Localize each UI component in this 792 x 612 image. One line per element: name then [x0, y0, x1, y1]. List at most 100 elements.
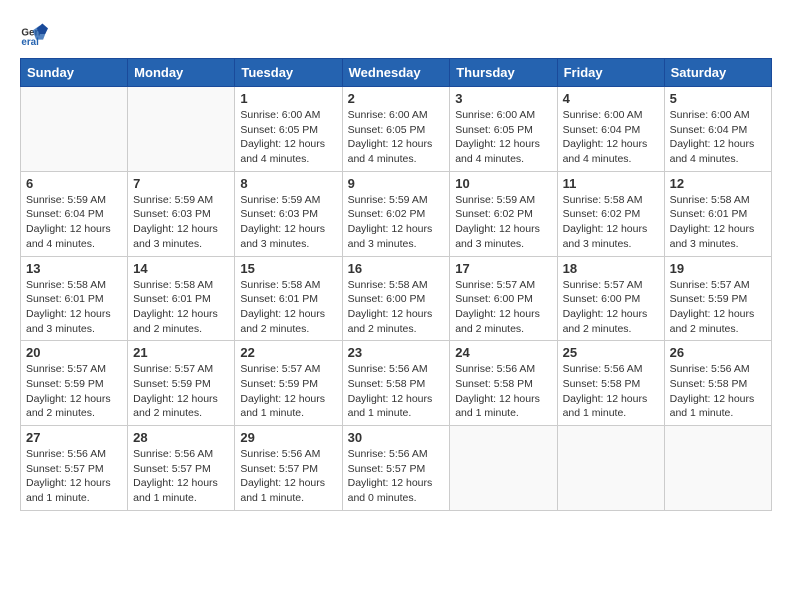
calendar-cell [128, 87, 235, 172]
day-number: 17 [455, 261, 551, 276]
day-detail: Sunrise: 5:57 AM Sunset: 5:59 PM Dayligh… [133, 362, 229, 421]
day-detail: Sunrise: 5:57 AM Sunset: 6:00 PM Dayligh… [563, 278, 659, 337]
day-detail: Sunrise: 6:00 AM Sunset: 6:04 PM Dayligh… [670, 108, 766, 167]
calendar-cell: 2Sunrise: 6:00 AM Sunset: 6:05 PM Daylig… [342, 87, 450, 172]
calendar: SundayMondayTuesdayWednesdayThursdayFrid… [20, 58, 772, 511]
calendar-cell: 8 Sunrise: 5:59 AM Sunset: 6:03 PM Daylig… [235, 171, 342, 256]
day-number: 19 [670, 261, 766, 276]
day-detail: Sunrise: 5:58 AM Sunset: 6:01 PM Dayligh… [670, 193, 766, 252]
week-row-3: 13 Sunrise: 5:58 AM Sunset: 6:01 PM Dayli… [21, 256, 772, 341]
day-number: 15 [240, 261, 336, 276]
day-number: 26 [670, 345, 766, 360]
calendar-cell: 24Sunrise: 5:56 AM Sunset: 5:58 PM Dayli… [450, 341, 557, 426]
day-detail: Sunrise: 5:57 AM Sunset: 6:00 PM Dayligh… [455, 278, 551, 337]
day-detail: Sunrise: 5:57 AM Sunset: 5:59 PM Dayligh… [26, 362, 122, 421]
calendar-cell: 20 Sunrise: 5:57 AM Sunset: 5:59 PM Dayli… [21, 341, 128, 426]
calendar-cell [450, 426, 557, 511]
day-number: 14 [133, 261, 229, 276]
calendar-cell: 6 Sunrise: 5:59 AM Sunset: 6:04 PM Daylig… [21, 171, 128, 256]
calendar-cell: 28 Sunrise: 5:56 AM Sunset: 5:57 PM Dayli… [128, 426, 235, 511]
calendar-cell: 30 Sunrise: 5:56 AM Sunset: 5:57 PM Dayli… [342, 426, 450, 511]
calendar-cell: 26 Sunrise: 5:56 AM Sunset: 5:58 PM Dayli… [664, 341, 771, 426]
calendar-cell: 14 Sunrise: 5:58 AM Sunset: 6:01 PM Dayli… [128, 256, 235, 341]
calendar-cell: 29 Sunrise: 5:56 AM Sunset: 5:57 PM Dayli… [235, 426, 342, 511]
calendar-cell: 5 Sunrise: 6:00 AM Sunset: 6:04 PM Daylig… [664, 87, 771, 172]
day-detail: Sunrise: 5:56 AM Sunset: 5:58 PM Dayligh… [670, 362, 766, 421]
day-detail: Sunrise: 6:00 AM Sunset: 6:05 PM Dayligh… [455, 108, 551, 167]
calendar-cell: 4 Sunrise: 6:00 AM Sunset: 6:04 PM Daylig… [557, 87, 664, 172]
day-detail: Sunrise: 5:57 AM Sunset: 5:59 PM Dayligh… [670, 278, 766, 337]
day-detail: Sunrise: 5:56 AM Sunset: 5:57 PM Dayligh… [240, 447, 336, 506]
day-detail: Sunrise: 5:56 AM Sunset: 5:57 PM Dayligh… [133, 447, 229, 506]
day-number: 21 [133, 345, 229, 360]
calendar-cell: 3 Sunrise: 6:00 AM Sunset: 6:05 PM Daylig… [450, 87, 557, 172]
calendar-cell: 1 Sunrise: 6:00 AM Sunset: 6:05 PM Daylig… [235, 87, 342, 172]
day-detail: Sunrise: 5:59 AM Sunset: 6:02 PM Dayligh… [455, 193, 551, 252]
day-detail: Sunrise: 5:56 AM Sunset: 5:57 PM Dayligh… [348, 447, 445, 506]
day-detail: Sunrise: 5:56 AM Sunset: 5:58 PM Dayligh… [563, 362, 659, 421]
calendar-header-tuesday: Tuesday [235, 59, 342, 87]
day-number: 22 [240, 345, 336, 360]
calendar-cell: 23Sunrise: 5:56 AM Sunset: 5:58 PM Dayli… [342, 341, 450, 426]
calendar-cell: 13Sunrise: 5:58 AM Sunset: 6:01 PM Dayli… [21, 256, 128, 341]
calendar-cell [664, 426, 771, 511]
day-number: 10 [455, 176, 551, 191]
calendar-cell [557, 426, 664, 511]
day-number: 8 [240, 176, 336, 191]
day-detail: Sunrise: 6:00 AM Sunset: 6:04 PM Dayligh… [563, 108, 659, 167]
calendar-header-sunday: Sunday [21, 59, 128, 87]
day-number: 2 [348, 91, 445, 106]
day-number: 13 [26, 261, 122, 276]
calendar-cell: 9 Sunrise: 5:59 AM Sunset: 6:02 PM Daylig… [342, 171, 450, 256]
day-detail: Sunrise: 5:59 AM Sunset: 6:03 PM Dayligh… [133, 193, 229, 252]
day-detail: Sunrise: 5:58 AM Sunset: 6:01 PM Dayligh… [240, 278, 336, 337]
calendar-cell: 11Sunrise: 5:58 AM Sunset: 6:02 PM Dayli… [557, 171, 664, 256]
day-number: 7 [133, 176, 229, 191]
calendar-header-friday: Friday [557, 59, 664, 87]
day-number: 30 [348, 430, 445, 445]
day-number: 27 [26, 430, 122, 445]
day-number: 20 [26, 345, 122, 360]
week-row-4: 20 Sunrise: 5:57 AM Sunset: 5:59 PM Dayli… [21, 341, 772, 426]
day-detail: Sunrise: 5:59 AM Sunset: 6:04 PM Dayligh… [26, 193, 122, 252]
calendar-cell: 15 Sunrise: 5:58 AM Sunset: 6:01 PM Dayli… [235, 256, 342, 341]
calendar-cell: 27 Sunrise: 5:56 AM Sunset: 5:57 PM Dayli… [21, 426, 128, 511]
calendar-header-row: SundayMondayTuesdayWednesdayThursdayFrid… [21, 59, 772, 87]
day-number: 3 [455, 91, 551, 106]
day-number: 9 [348, 176, 445, 191]
day-number: 18 [563, 261, 659, 276]
day-number: 16 [348, 261, 445, 276]
day-number: 29 [240, 430, 336, 445]
day-number: 28 [133, 430, 229, 445]
calendar-cell: 7 Sunrise: 5:59 AM Sunset: 6:03 PM Daylig… [128, 171, 235, 256]
day-number: 4 [563, 91, 659, 106]
day-detail: Sunrise: 5:56 AM Sunset: 5:57 PM Dayligh… [26, 447, 122, 506]
day-number: 12 [670, 176, 766, 191]
day-detail: Sunrise: 5:59 AM Sunset: 6:03 PM Dayligh… [240, 193, 336, 252]
calendar-cell [21, 87, 128, 172]
day-number: 1 [240, 91, 336, 106]
calendar-cell: 17 Sunrise: 5:57 AM Sunset: 6:00 PM Dayli… [450, 256, 557, 341]
day-number: 5 [670, 91, 766, 106]
day-detail: Sunrise: 5:57 AM Sunset: 5:59 PM Dayligh… [240, 362, 336, 421]
day-detail: Sunrise: 5:58 AM Sunset: 6:02 PM Dayligh… [563, 193, 659, 252]
day-detail: Sunrise: 5:56 AM Sunset: 5:58 PM Dayligh… [455, 362, 551, 421]
calendar-header-thursday: Thursday [450, 59, 557, 87]
week-row-5: 27 Sunrise: 5:56 AM Sunset: 5:57 PM Dayli… [21, 426, 772, 511]
day-detail: Sunrise: 5:59 AM Sunset: 6:02 PM Dayligh… [348, 193, 445, 252]
day-number: 25 [563, 345, 659, 360]
calendar-header-saturday: Saturday [664, 59, 771, 87]
week-row-1: 1 Sunrise: 6:00 AM Sunset: 6:05 PM Daylig… [21, 87, 772, 172]
day-number: 6 [26, 176, 122, 191]
calendar-cell: 25 Sunrise: 5:56 AM Sunset: 5:58 PM Dayli… [557, 341, 664, 426]
calendar-cell: 18 Sunrise: 5:57 AM Sunset: 6:00 PM Dayli… [557, 256, 664, 341]
day-detail: Sunrise: 5:58 AM Sunset: 6:01 PM Dayligh… [133, 278, 229, 337]
day-detail: Sunrise: 6:00 AM Sunset: 6:05 PM Dayligh… [240, 108, 336, 167]
calendar-cell: 10 Sunrise: 5:59 AM Sunset: 6:02 PM Dayli… [450, 171, 557, 256]
logo-icon: Gen eral [20, 20, 48, 48]
calendar-header-wednesday: Wednesday [342, 59, 450, 87]
calendar-cell: 22 Sunrise: 5:57 AM Sunset: 5:59 PM Dayli… [235, 341, 342, 426]
page-header: Gen eral [20, 20, 772, 48]
logo: Gen eral [20, 20, 52, 48]
calendar-cell: 12 Sunrise: 5:58 AM Sunset: 6:01 PM Dayli… [664, 171, 771, 256]
